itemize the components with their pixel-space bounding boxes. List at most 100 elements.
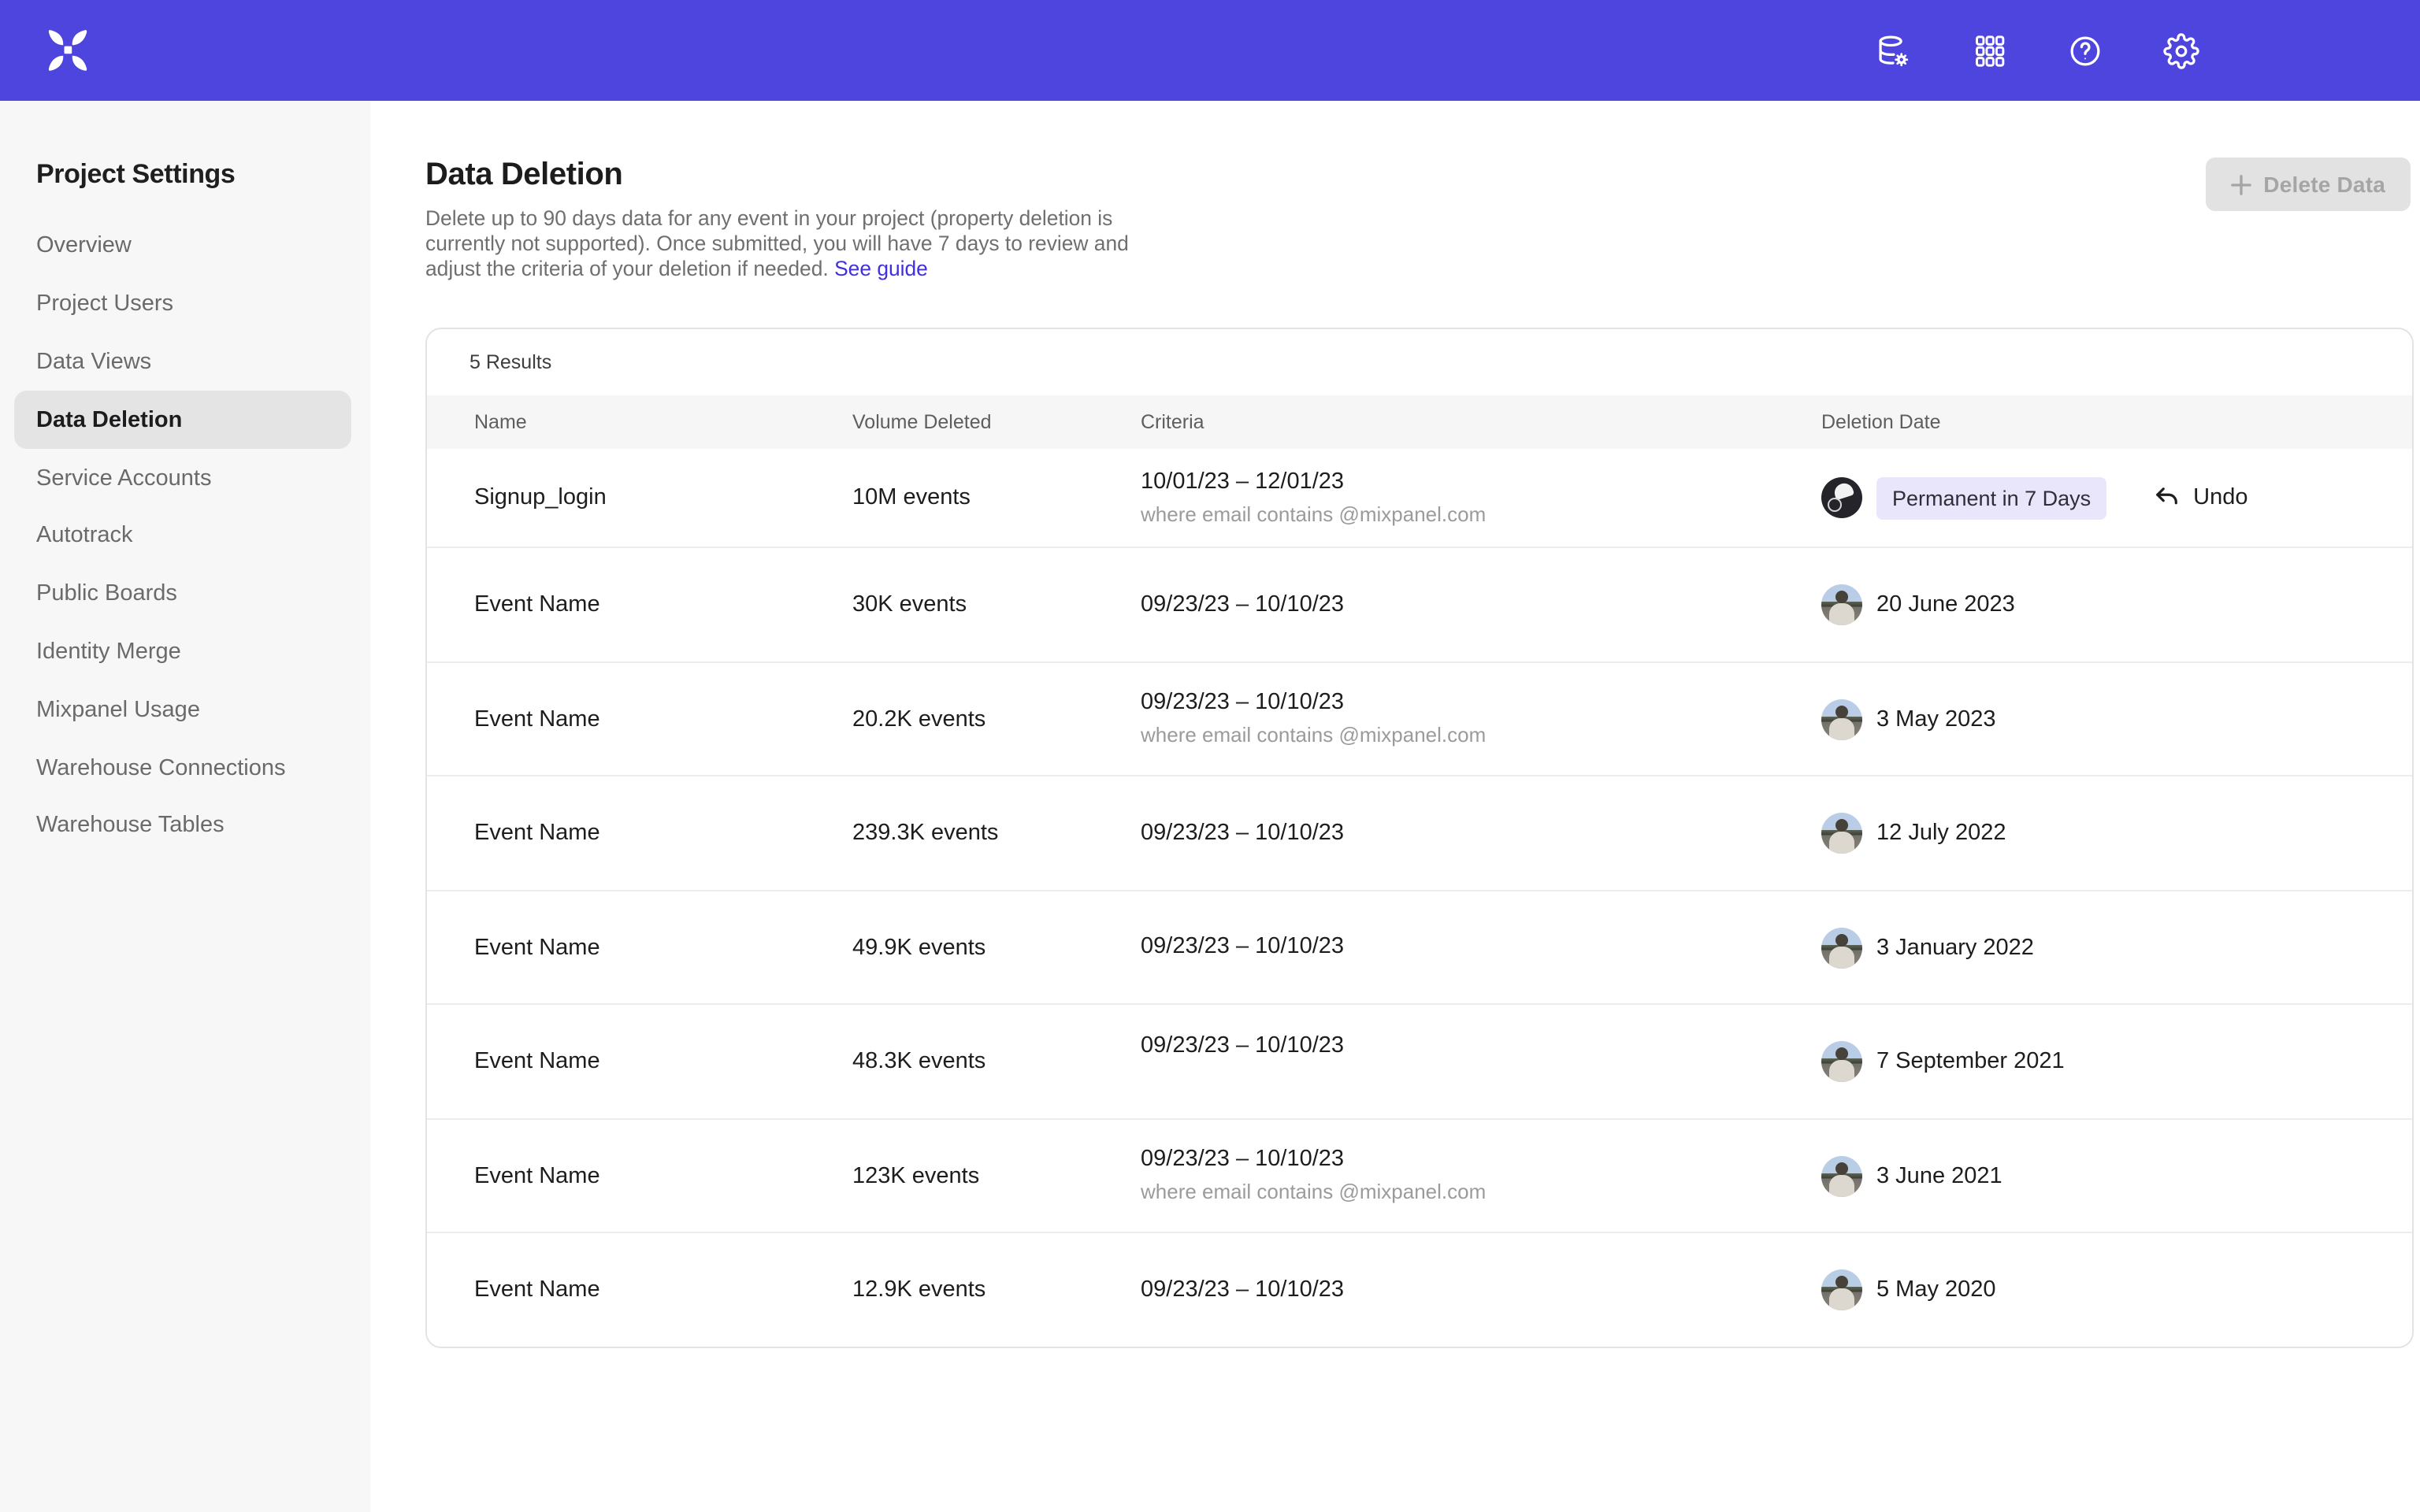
sidebar-item-public-boards[interactable]: Public Boards xyxy=(14,565,351,624)
user-avatar xyxy=(1821,1155,1862,1196)
undo-button[interactable]: Undo xyxy=(2152,484,2247,513)
sidebar-item-autotrack[interactable]: Autotrack xyxy=(14,507,351,565)
deletion-date-cell: Permanent in 7 Days Undo xyxy=(1821,477,2412,520)
criteria-cell: 09/23/23 – 10/10/23 xyxy=(1141,588,1821,621)
table-row: Event Name 30K events 09/23/23 – 10/10/2… xyxy=(427,547,2412,662)
page-title: Data Deletion xyxy=(425,158,2414,194)
deletion-date: 7 September 2021 xyxy=(1876,1049,2065,1074)
deletion-date-cell: 7 September 2021 xyxy=(1821,1041,2412,1082)
table-row: Signup_login 10M events 10/01/23 – 12/01… xyxy=(427,450,2412,547)
criteria-cell: 10/01/23 – 12/01/23 where email contains… xyxy=(1141,466,1821,531)
event-name: Event Name xyxy=(474,1163,852,1188)
criteria-date-range: 09/23/23 – 10/10/23 xyxy=(1141,931,1821,964)
help-icon[interactable] xyxy=(2067,32,2103,69)
volume-deleted: 12.9K events xyxy=(852,1277,1141,1303)
sidebar-item-service-accounts[interactable]: Service Accounts xyxy=(14,449,351,507)
criteria-date-range: 09/23/23 – 10/10/23 xyxy=(1141,817,1821,850)
event-name: Event Name xyxy=(474,1277,852,1303)
volume-deleted: 10M events xyxy=(852,486,1141,511)
sidebar-item-mixpanel-usage[interactable]: Mixpanel Usage xyxy=(14,681,351,739)
app-window: Project Settings OverviewProject UsersDa… xyxy=(0,0,2420,1512)
sidebar-title: Project Settings xyxy=(36,159,351,191)
user-avatar xyxy=(1821,927,1862,968)
event-name: Event Name xyxy=(474,706,852,732)
user-avatar xyxy=(1821,1041,1862,1082)
criteria-date-range: 10/01/23 – 12/01/23 xyxy=(1141,466,1821,499)
deletion-date-cell: 3 May 2023 xyxy=(1821,699,2412,739)
data-management-icon[interactable] xyxy=(1875,32,1911,69)
user-avatar xyxy=(1821,584,1862,625)
delete-data-button[interactable]: Delete Data xyxy=(2205,158,2411,211)
criteria-filter: where email contains @mixpanel.com xyxy=(1141,1177,1821,1208)
criteria-date-range: 09/23/23 – 10/10/23 xyxy=(1141,687,1821,720)
column-header-criteria: Criteria xyxy=(1141,412,1821,434)
volume-deleted: 48.3K events xyxy=(852,1049,1141,1074)
sidebar-item-data-deletion[interactable]: Data Deletion xyxy=(14,391,351,450)
table-row: Event Name 49.9K events 09/23/23 – 10/10… xyxy=(427,890,2412,1004)
user-avatar xyxy=(1821,478,1862,519)
table-row: Event Name 239.3K events 09/23/23 – 10/1… xyxy=(427,776,2412,890)
sidebar-item-data-views[interactable]: Data Views xyxy=(14,333,351,391)
page-description: Delete up to 90 days data for any event … xyxy=(425,206,1142,281)
event-name: Event Name xyxy=(474,592,852,617)
volume-deleted: 30K events xyxy=(852,592,1141,617)
volume-deleted: 49.9K events xyxy=(852,935,1141,960)
sidebar-item-identity-merge[interactable]: Identity Merge xyxy=(14,623,351,681)
event-name: Event Name xyxy=(474,821,852,846)
undo-icon xyxy=(2152,484,2181,513)
criteria-date-range: 09/23/23 – 10/10/23 xyxy=(1141,588,1821,621)
sidebar-nav: OverviewProject UsersData ViewsData Dele… xyxy=(14,217,351,855)
deletion-date: 3 June 2021 xyxy=(1876,1163,2002,1188)
mixpanel-logo[interactable] xyxy=(44,28,91,72)
deletion-date: 3 May 2023 xyxy=(1876,706,1996,732)
table-header-row: Name Volume Deleted Criteria Deletion Da… xyxy=(427,396,2412,450)
column-header-deletion-date: Deletion Date xyxy=(1821,412,2412,434)
user-avatar xyxy=(1821,699,1862,739)
main-content: Data Deletion Delete up to 90 days data … xyxy=(370,101,2420,1512)
table-row: Event Name 12.9K events 09/23/23 – 10/10… xyxy=(427,1232,2412,1347)
undo-label: Undo xyxy=(2193,486,2247,511)
apps-grid-icon[interactable] xyxy=(1971,32,2007,69)
sidebar-item-warehouse-connections[interactable]: Warehouse Connections xyxy=(14,739,351,797)
see-guide-link[interactable]: See guide xyxy=(834,256,928,280)
volume-deleted: 20.2K events xyxy=(852,706,1141,732)
topbar xyxy=(0,0,2420,101)
user-avatar xyxy=(1821,1269,1862,1310)
criteria-filter xyxy=(1141,1062,1821,1094)
criteria-date-range: 09/23/23 – 10/10/23 xyxy=(1141,1029,1821,1062)
page-header: Data Deletion Delete up to 90 days data … xyxy=(425,158,2414,281)
deletion-date: 3 January 2022 xyxy=(1876,935,2034,960)
user-avatar xyxy=(1821,813,1862,854)
criteria-cell: 09/23/23 – 10/10/23 xyxy=(1141,817,1821,850)
plus-icon xyxy=(2230,174,2251,195)
sidebar-item-project-users[interactable]: Project Users xyxy=(14,276,351,334)
settings-gear-icon[interactable] xyxy=(2163,32,2199,69)
table-row: Event Name 123K events 09/23/23 – 10/10/… xyxy=(427,1118,2412,1232)
event-name: Signup_login xyxy=(474,486,852,511)
volume-deleted: 239.3K events xyxy=(852,821,1141,846)
volume-deleted: 123K events xyxy=(852,1163,1141,1188)
topbar-icon-group xyxy=(1875,0,2199,101)
criteria-cell: 09/23/23 – 10/10/23 where email contains… xyxy=(1141,687,1821,751)
criteria-cell: 09/23/23 – 10/10/23 xyxy=(1141,1273,1821,1306)
event-name: Event Name xyxy=(474,1049,852,1074)
deletion-date: 5 May 2020 xyxy=(1876,1277,1996,1303)
deletion-date-cell: 3 June 2021 xyxy=(1821,1155,2412,1196)
criteria-filter: where email contains @mixpanel.com xyxy=(1141,499,1821,531)
deletion-date: 12 July 2022 xyxy=(1876,821,2006,846)
sidebar-item-warehouse-tables[interactable]: Warehouse Tables xyxy=(14,797,351,855)
delete-data-label: Delete Data xyxy=(2263,172,2385,197)
table-row: Event Name 48.3K events 09/23/23 – 10/10… xyxy=(427,1004,2412,1118)
description-text: Delete up to 90 days data for any event … xyxy=(425,206,1129,280)
deletion-date-cell: 20 June 2023 xyxy=(1821,584,2412,625)
deletion-date-cell: 5 May 2020 xyxy=(1821,1269,2412,1310)
sidebar-item-overview[interactable]: Overview xyxy=(14,217,351,276)
criteria-date-range: 09/23/23 – 10/10/23 xyxy=(1141,1273,1821,1306)
table-row: Event Name 20.2K events 09/23/23 – 10/10… xyxy=(427,662,2412,776)
column-header-name: Name xyxy=(474,412,852,434)
table-body: Signup_login 10M events 10/01/23 – 12/01… xyxy=(427,450,2412,1347)
deletion-date-cell: 3 January 2022 xyxy=(1821,927,2412,968)
criteria-filter: where email contains @mixpanel.com xyxy=(1141,720,1821,751)
deletion-date-cell: 12 July 2022 xyxy=(1821,813,2412,854)
criteria-cell: 09/23/23 – 10/10/23 xyxy=(1141,1029,1821,1094)
